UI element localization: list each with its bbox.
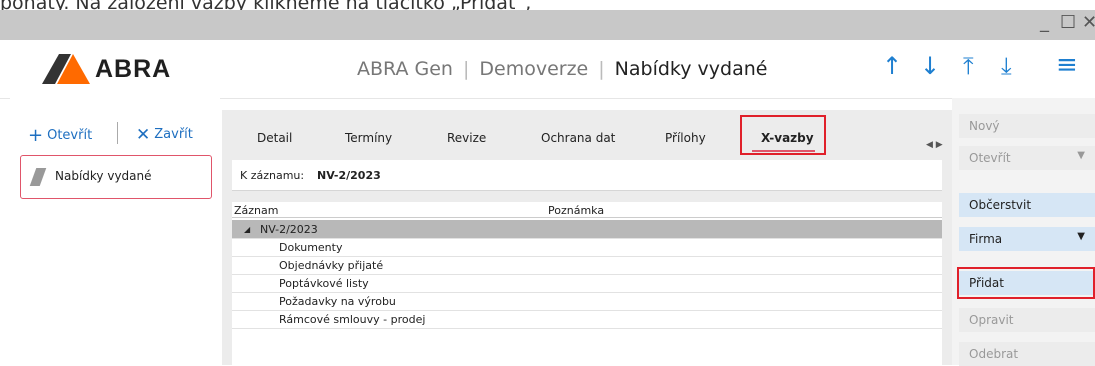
arrow-up-icon[interactable]: ↑ bbox=[882, 52, 902, 80]
table-row[interactable]: Poptávkové listy bbox=[232, 274, 942, 293]
open-button[interactable]: + Otevřít bbox=[28, 125, 92, 146]
refresh-label: Občerstvit bbox=[969, 198, 1032, 212]
app-header: ABRA ABRA Gen | Demoverze | Nabídky vydané ↑… bbox=[0, 40, 1095, 99]
record-bar: K záznamu: NV-2/2023 bbox=[232, 160, 942, 191]
tab-active-underline bbox=[752, 150, 815, 152]
table-row[interactable]: Požadavky na výrobu bbox=[232, 292, 942, 311]
table-row[interactable]: Objednávky přijaté bbox=[232, 256, 942, 275]
column-zaznam[interactable]: Záznam bbox=[234, 204, 278, 217]
arrow-bottom-icon[interactable]: ⤓ bbox=[1001, 52, 1012, 80]
sidebar-item-label: Nabídky vydané bbox=[55, 169, 152, 183]
window-titlebar: _ ☐ ✕ bbox=[0, 10, 1095, 40]
tab-ochrana-dat[interactable]: Ochrana dat bbox=[541, 131, 615, 145]
company-label: Firma bbox=[969, 232, 1003, 246]
close-icon: ✕ bbox=[136, 125, 151, 145]
sidebar-item-nabidky[interactable]: Nabídky vydané bbox=[20, 155, 212, 199]
header-title: ABRA Gen | Demoverze | Nabídky vydané bbox=[357, 58, 768, 80]
doc-icon bbox=[29, 168, 47, 186]
dropdown-icon: ▼ bbox=[1077, 231, 1085, 242]
abra-logo-icon bbox=[42, 54, 90, 84]
row-label: Objednávky přijaté bbox=[279, 259, 384, 272]
tab-highlight bbox=[740, 115, 826, 155]
record-value: NV-2/2023 bbox=[317, 169, 381, 182]
close-window-button[interactable]: ✕ bbox=[1082, 12, 1095, 33]
logo-text: ABRA bbox=[95, 55, 172, 83]
tab-revize[interactable]: Revize bbox=[447, 131, 486, 145]
company-button[interactable]: Firma ▼ bbox=[959, 227, 1095, 251]
mode-name: Demoverze bbox=[479, 58, 589, 80]
table-row[interactable]: ◢ NV-2/2023 bbox=[232, 220, 942, 239]
plus-icon: + bbox=[28, 125, 44, 146]
table-row[interactable]: Rámcové smlouvy - prodej bbox=[232, 310, 942, 329]
table-header: Záznam Poznámka bbox=[232, 202, 942, 218]
open-label: Otevřít bbox=[47, 128, 93, 143]
arrow-top-icon[interactable]: ⤒ bbox=[963, 52, 974, 80]
app-name: ABRA Gen bbox=[357, 58, 453, 80]
open-record-button[interactable]: Otevřít ▼ bbox=[959, 146, 1095, 170]
tab-scroll-arrows[interactable]: ◀ ▶ bbox=[926, 140, 943, 150]
row-label: NV-2/2023 bbox=[260, 223, 318, 236]
table-row[interactable]: Dokumenty bbox=[232, 238, 942, 257]
new-button[interactable]: Nový bbox=[959, 114, 1095, 138]
arrow-down-icon[interactable]: ↓ bbox=[920, 52, 940, 80]
refresh-button[interactable]: Občerstvit bbox=[959, 193, 1095, 217]
tab-prilohy[interactable]: Přílohy bbox=[665, 131, 706, 145]
row-label: Požadavky na výrobu bbox=[279, 295, 396, 308]
edit-label: Opravit bbox=[969, 313, 1014, 327]
menu-icon[interactable]: ≡ bbox=[1056, 50, 1078, 80]
row-label: Poptávkové listy bbox=[279, 277, 369, 290]
tab-terminy[interactable]: Termíny bbox=[345, 131, 392, 145]
close-label: Zavřít bbox=[154, 127, 193, 142]
column-poznamka[interactable]: Poznámka bbox=[548, 204, 604, 217]
row-label: Dokumenty bbox=[279, 241, 343, 254]
tab-detail[interactable]: Detail bbox=[257, 131, 292, 145]
add-highlight bbox=[957, 267, 1095, 299]
minimize-button[interactable]: _ bbox=[1040, 12, 1049, 33]
edit-button[interactable]: Opravit bbox=[959, 308, 1095, 332]
page-title: Nabídky vydané bbox=[614, 58, 768, 80]
dropdown-icon: ▼ bbox=[1077, 150, 1085, 161]
row-label: Rámcové smlouvy - prodej bbox=[279, 313, 426, 326]
new-label: Nový bbox=[969, 119, 1000, 133]
close-button[interactable]: ✕ Zavřít bbox=[136, 125, 193, 145]
remove-label: Odebrat bbox=[969, 347, 1019, 361]
remove-button[interactable]: Odebrat bbox=[959, 342, 1095, 366]
divider bbox=[117, 122, 118, 144]
collapse-icon[interactable]: ◢ bbox=[244, 225, 250, 234]
maximize-button[interactable]: ☐ bbox=[1060, 12, 1076, 33]
links-table: Záznam Poznámka ◢ NV-2/2023 Dokumenty Ob… bbox=[232, 202, 942, 365]
record-label: K záznamu: bbox=[240, 169, 305, 182]
open-record-label: Otevřít bbox=[969, 151, 1011, 165]
